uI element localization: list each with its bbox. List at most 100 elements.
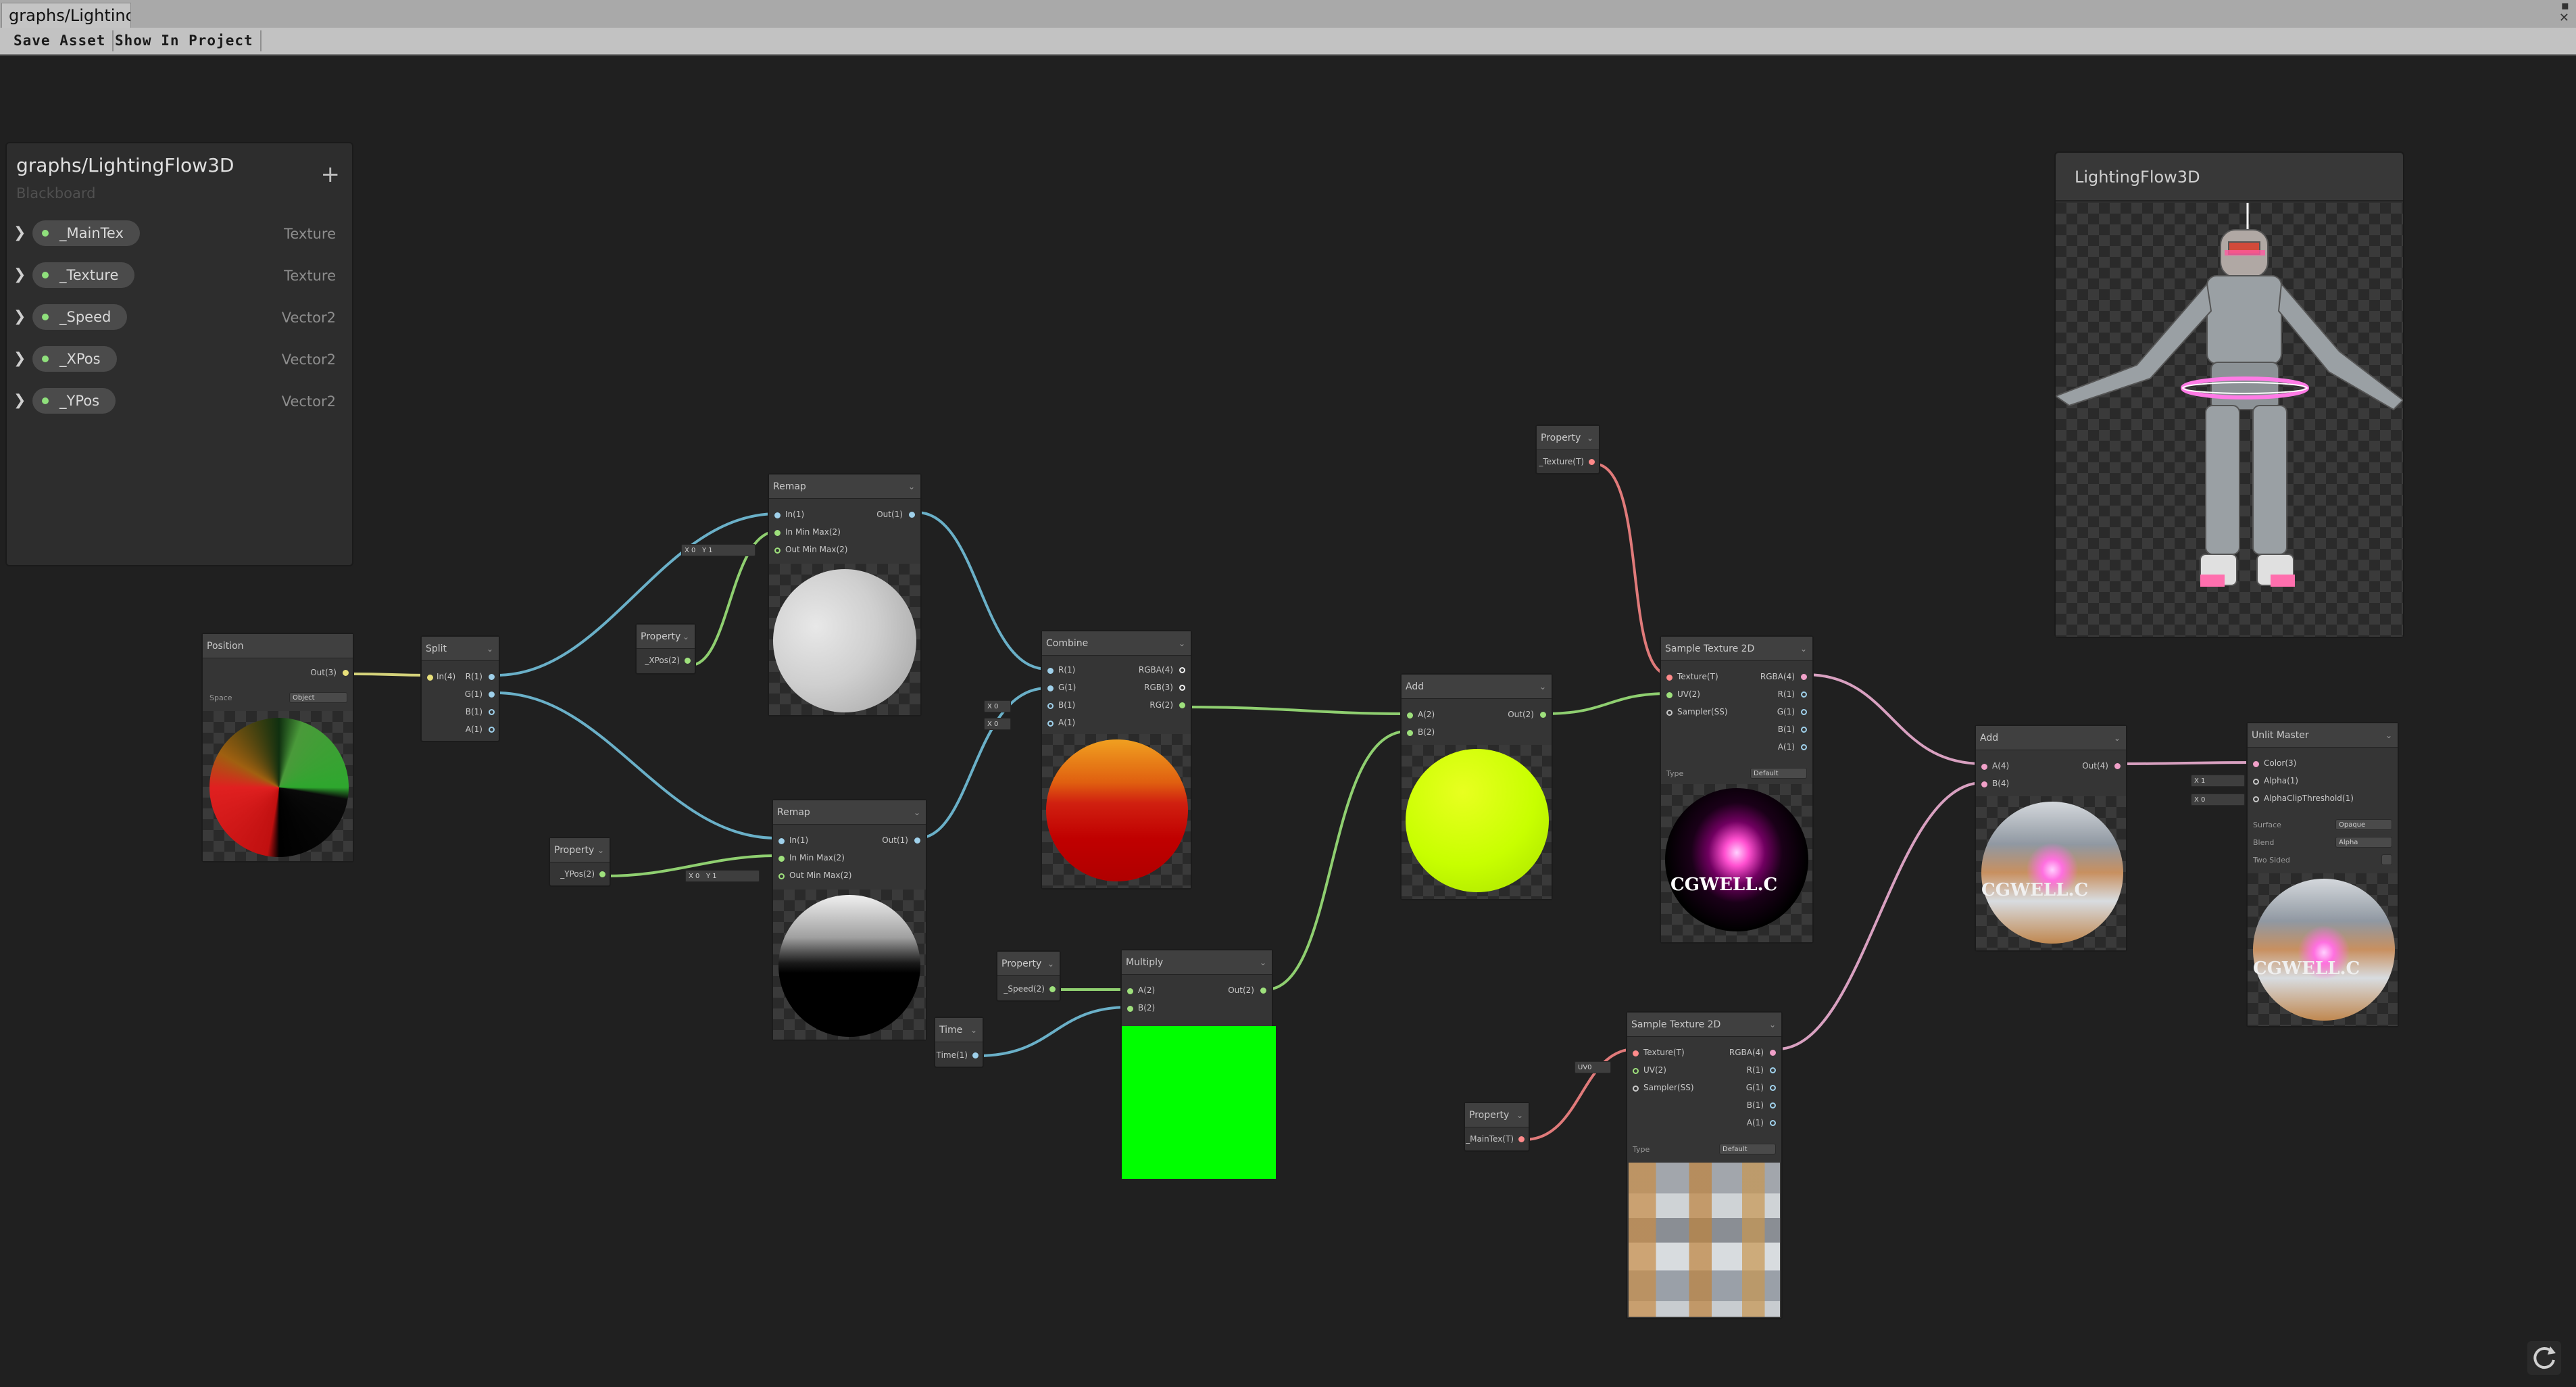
chevron-down-icon[interactable]: ⌄ [1179, 631, 1185, 656]
input-port[interactable] [1047, 703, 1054, 709]
input-port[interactable] [1981, 764, 1987, 770]
input-port[interactable] [1633, 1068, 1639, 1074]
property-node-texture[interactable]: Property ⌄ _Texture(T) [1535, 424, 1600, 474]
save-asset-button[interactable]: Save Asset [7, 30, 114, 51]
output-port[interactable] [1770, 1067, 1776, 1073]
output-port[interactable] [1179, 702, 1185, 708]
input-port[interactable] [774, 512, 781, 518]
input-port[interactable] [774, 530, 781, 536]
output-port[interactable] [1179, 667, 1185, 673]
output-port[interactable] [1770, 1102, 1776, 1109]
input-port[interactable] [2253, 779, 2259, 785]
position-node[interactable]: Position Out(3) Space Object [201, 633, 354, 862]
add-node-1[interactable]: Add ⌄ A(2) B(2) Out(2) [1400, 673, 1553, 900]
inline-b-value[interactable]: X 0 [984, 700, 1011, 712]
output-port[interactable] [1260, 988, 1266, 994]
output-port[interactable] [1770, 1120, 1776, 1126]
chevron-right-icon[interactable]: ❯ [14, 350, 26, 367]
blackboard-item[interactable]: ❯ _YPos Vector2 [7, 384, 352, 418]
input-port[interactable] [1047, 668, 1054, 674]
type-dropdown[interactable]: Default [1750, 768, 1807, 779]
output-port[interactable] [1801, 727, 1807, 733]
space-dropdown[interactable]: Object [289, 692, 347, 703]
input-port[interactable] [1047, 685, 1054, 691]
chevron-down-icon[interactable]: ⌄ [1516, 1103, 1523, 1127]
output-port[interactable] [1770, 1085, 1776, 1091]
input-port[interactable] [427, 675, 433, 681]
blackboard-item[interactable]: ❯ _Speed Vector2 [7, 300, 352, 334]
input-port[interactable] [778, 873, 785, 879]
chevron-right-icon[interactable]: ❯ [14, 308, 26, 325]
chevron-right-icon[interactable]: ❯ [14, 224, 26, 241]
chevron-down-icon[interactable]: ⌄ [597, 838, 604, 862]
combine-node[interactable]: Combine ⌄ R(1) G(1) B(1) A(1) RGBA(4) RGB… [1041, 630, 1192, 890]
remap-node-top[interactable]: Remap ⌄ In(1) In Min Max(2) Out Min Max(2… [768, 473, 922, 716]
time-node[interactable]: Time ⌄ Time(1) [934, 1017, 984, 1068]
input-port[interactable] [1633, 1050, 1639, 1056]
output-port[interactable] [1801, 691, 1807, 698]
chevron-down-icon[interactable]: ⌄ [683, 625, 689, 649]
show-in-project-button[interactable]: Show In Project [108, 30, 262, 51]
close-icon[interactable]: ✕ [2559, 11, 2569, 25]
two-sided-checkbox[interactable] [2381, 854, 2392, 865]
sample-texture-node-1[interactable]: Sample Texture 2D ⌄ Texture(T) UV(2) Samp… [1660, 635, 1814, 944]
output-port[interactable] [1518, 1136, 1525, 1142]
blackboard-item[interactable]: ❯ _Texture Texture [7, 258, 352, 292]
multiply-node[interactable]: Multiply ⌄ A(2) B(2) Out(2) [1120, 949, 1276, 1179]
input-port[interactable] [1981, 781, 1987, 787]
property-node-ypos[interactable]: Property ⌄ _YPos(2) [549, 837, 611, 887]
chevron-down-icon[interactable]: ⌄ [1769, 1013, 1776, 1037]
output-port[interactable] [2114, 763, 2121, 769]
y-value[interactable]: Y 1 [702, 547, 713, 554]
property-node-maintex[interactable]: Property ⌄ _MainTex(T) [1464, 1102, 1530, 1152]
inline-out-min-max[interactable]: X 0 Y 1 [685, 870, 760, 882]
chevron-down-icon[interactable]: ⌄ [1587, 426, 1593, 450]
output-port[interactable] [1049, 986, 1056, 992]
input-port[interactable] [778, 856, 785, 862]
surface-dropdown[interactable]: Opaque [2335, 819, 2392, 830]
x-value[interactable]: X 0 [689, 873, 699, 880]
refresh-icon[interactable] [2527, 1341, 2561, 1375]
output-port[interactable] [1801, 709, 1807, 715]
input-port[interactable] [1407, 730, 1413, 736]
output-port[interactable] [914, 837, 920, 844]
output-port[interactable] [1179, 685, 1185, 691]
input-port[interactable] [1407, 712, 1413, 719]
type-dropdown[interactable]: Default [1719, 1144, 1776, 1154]
output-port[interactable] [489, 727, 495, 733]
output-port[interactable] [489, 674, 495, 680]
inline-alpha-value[interactable]: X 1 [2191, 775, 2245, 787]
input-port[interactable] [1633, 1086, 1639, 1092]
input-port[interactable] [778, 838, 785, 844]
input-port[interactable] [774, 548, 781, 554]
input-port[interactable] [1666, 692, 1673, 698]
output-port[interactable] [1801, 674, 1807, 680]
chevron-down-icon[interactable]: ⌄ [914, 800, 920, 825]
output-port[interactable] [1540, 712, 1546, 718]
chevron-right-icon[interactable]: ❯ [14, 392, 26, 409]
chevron-down-icon[interactable]: ⌄ [1047, 952, 1054, 976]
main-preview-panel[interactable]: LightingFlow3D [2054, 151, 2404, 638]
property-pill[interactable]: _XPos [32, 346, 117, 372]
input-port[interactable] [1666, 675, 1673, 681]
split-node[interactable]: Split ⌄ In(4) R(1) G(1) B(1) A(1) [420, 635, 500, 742]
property-pill[interactable]: _MainTex [32, 220, 140, 246]
window-controls[interactable]: ▪ ✕ [2559, 0, 2569, 24]
output-port[interactable] [1589, 459, 1595, 465]
output-port[interactable] [909, 512, 915, 518]
property-pill[interactable]: _Texture [32, 262, 135, 288]
output-port[interactable] [1801, 744, 1807, 750]
input-port[interactable] [2253, 761, 2259, 767]
add-node-2[interactable]: Add ⌄ A(4) B(4) Out(4) CGWELL.C [1975, 725, 2127, 952]
chevron-down-icon[interactable]: ⌄ [2114, 726, 2121, 750]
inline-uv-value[interactable]: UV0 [1575, 1061, 1611, 1073]
sample-texture-node-2[interactable]: Sample Texture 2D ⌄ Texture(T) UV(2) Samp… [1626, 1011, 1783, 1319]
inline-a-value[interactable]: X 0 [984, 718, 1011, 730]
chevron-right-icon[interactable]: ❯ [14, 266, 26, 283]
output-port[interactable] [685, 658, 691, 664]
output-port[interactable] [1770, 1050, 1776, 1056]
property-pill[interactable]: _YPos [32, 388, 116, 414]
remap-node-bottom[interactable]: Remap ⌄ In(1) In Min Max(2) Out Min Max(2… [772, 799, 927, 1041]
output-port[interactable] [343, 670, 349, 676]
blend-dropdown[interactable]: Alpha [2335, 837, 2392, 848]
